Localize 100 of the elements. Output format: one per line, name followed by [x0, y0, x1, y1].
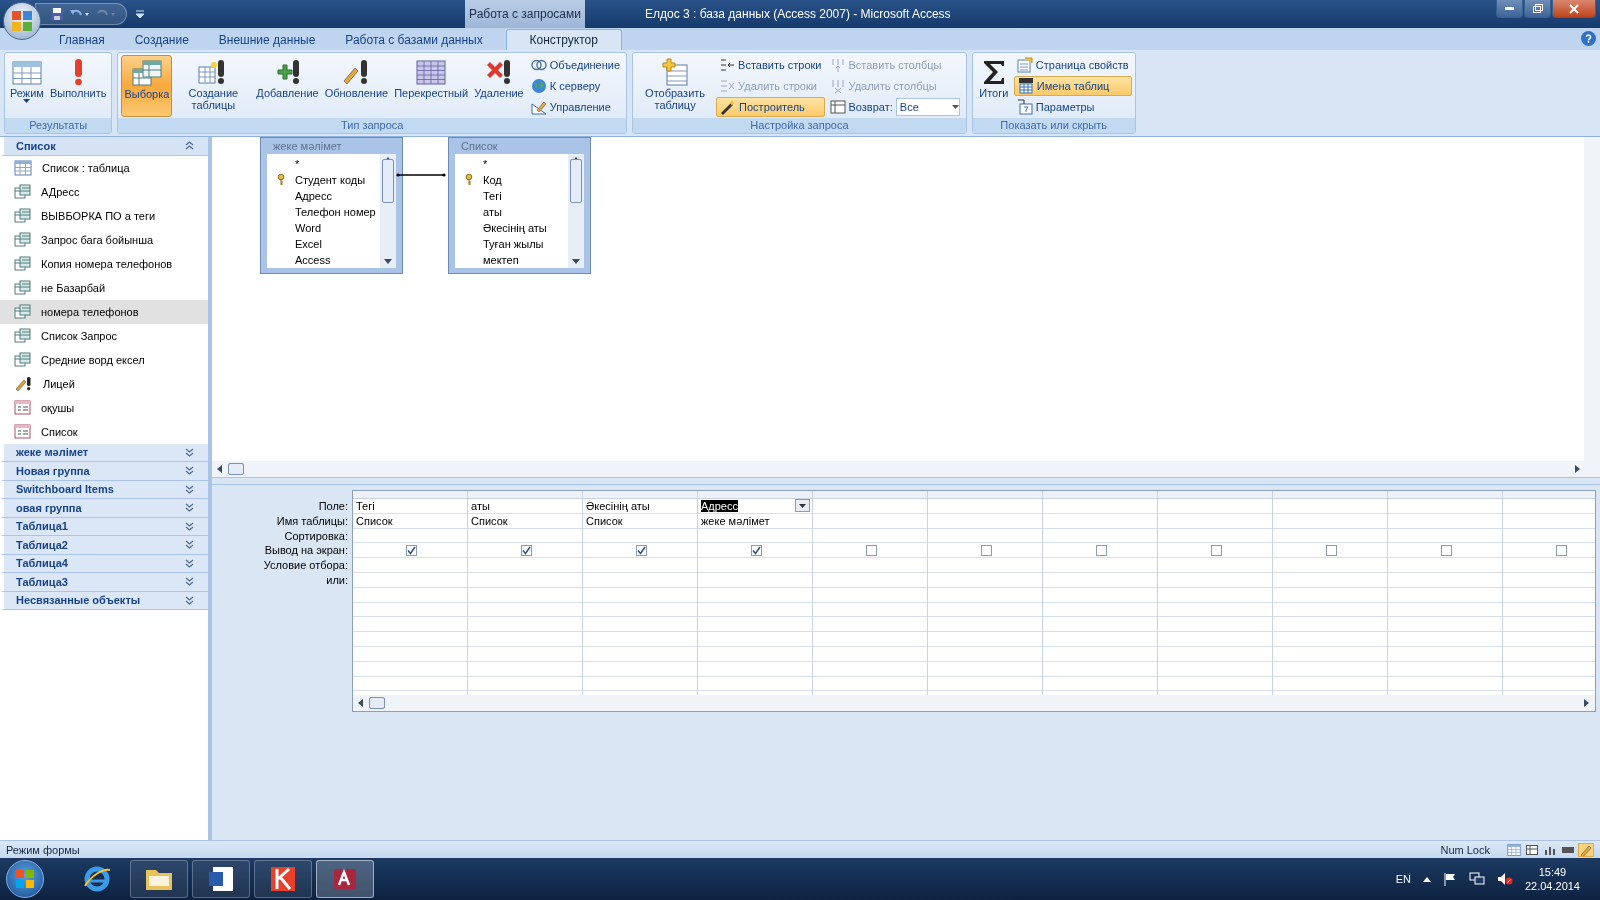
field-item[interactable]: Excel	[267, 236, 380, 252]
save-icon[interactable]	[50, 7, 64, 21]
nav-item[interactable]: Список Запрос	[0, 323, 208, 348]
ribbon-tab[interactable]: Внешние данные	[203, 29, 331, 50]
nav-group-header[interactable]: Список	[0, 137, 208, 156]
nav-item[interactable]: Средние ворд ексел	[0, 347, 208, 372]
field-item[interactable]: *	[267, 156, 380, 172]
network-icon[interactable]	[1468, 872, 1485, 886]
nav-group-header[interactable]: овая группа	[0, 499, 208, 518]
clock[interactable]: 15:49 22.04.2014	[1524, 865, 1580, 893]
field-item[interactable]: Туған жылы	[455, 236, 568, 252]
show-checkbox[interactable]	[1326, 544, 1337, 556]
dropdown-button[interactable]	[795, 499, 810, 513]
ribbon-tab[interactable]: Создание	[119, 29, 204, 50]
ribbon-button[interactable]: Режим	[8, 55, 46, 117]
ribbon-button[interactable]: Удаление	[472, 55, 526, 117]
nav-item[interactable]: ВЫВБОРКА ПО а теги	[0, 203, 208, 228]
ribbon-button[interactable]: Перекрестный	[392, 55, 471, 117]
grid-cell[interactable]: Список	[353, 513, 467, 529]
ribbon-tab[interactable]: Работа с базами данных	[330, 29, 498, 50]
design-view-icon[interactable]	[1578, 842, 1594, 857]
ribbon-tab[interactable]: Главная	[44, 29, 120, 50]
scroll-thumb[interactable]	[570, 159, 582, 203]
ribbon-button[interactable]: Имена таблиц	[1013, 76, 1132, 96]
help-icon[interactable]	[1581, 31, 1596, 46]
ribbon-button[interactable]: К серверу	[527, 76, 624, 96]
show-checkbox[interactable]	[1211, 544, 1222, 556]
scroll-left-arrow[interactable]	[357, 699, 365, 707]
ribbon-button[interactable]: Выполнить	[47, 55, 109, 117]
ribbon-button[interactable]: Построитель	[716, 97, 825, 117]
expand-icon[interactable]	[185, 484, 194, 494]
scroll-thumb[interactable]	[228, 463, 244, 475]
grid-cell[interactable]: Список	[468, 513, 582, 529]
scroll-thumb[interactable]	[382, 159, 394, 203]
scroll-right-arrow[interactable]	[1583, 699, 1591, 707]
expand-icon[interactable]	[185, 521, 194, 531]
field-item[interactable]: *	[455, 156, 568, 172]
nav-item[interactable]: Копия номера телефонов	[0, 251, 208, 276]
nav-group-header[interactable]: Таблица2	[0, 536, 208, 555]
expand-icon[interactable]	[185, 466, 194, 476]
scroll-right-arrow[interactable]	[1574, 465, 1582, 473]
nav-item[interactable]: Лицей	[0, 371, 208, 396]
field-item[interactable]: Тегі	[455, 188, 568, 204]
nav-item[interactable]: номера телефонов	[0, 299, 208, 324]
grid-cell[interactable]: Адресс	[698, 499, 812, 514]
nav-item[interactable]: АДресс	[0, 179, 208, 204]
nav-item[interactable]: оқушы	[0, 395, 208, 420]
customize-icon[interactable]	[135, 9, 145, 19]
show-checkbox[interactable]	[406, 544, 417, 556]
grid-cell[interactable]: Тегі	[353, 499, 467, 514]
show-checkbox[interactable]	[1556, 544, 1567, 556]
close-button[interactable]	[1552, 0, 1596, 18]
flag-icon[interactable]	[1442, 872, 1457, 886]
scroll-left-arrow[interactable]	[216, 465, 224, 473]
show-checkbox[interactable]	[521, 544, 532, 556]
ribbon-button[interactable]: Отобразить таблицу	[636, 55, 715, 117]
nav-group-header[interactable]: Таблица3	[0, 573, 208, 592]
ribbon-button[interactable]: Параметры	[1013, 97, 1132, 117]
show-checkbox[interactable]	[981, 544, 992, 556]
expand-icon[interactable]	[185, 558, 194, 568]
field-item[interactable]: Access	[267, 252, 380, 268]
restore-button[interactable]	[1524, 0, 1551, 18]
language-indicator[interactable]: EN	[1395, 873, 1411, 885]
scroll-thumb[interactable]	[369, 697, 385, 709]
grid-cell[interactable]: Әкесінің аты	[583, 499, 697, 514]
field-item[interactable]: Әкесінің аты	[455, 220, 568, 236]
collapse-icon[interactable]	[185, 141, 194, 151]
database-taskbar-icon[interactable]	[316, 860, 374, 898]
show-checkbox[interactable]	[636, 544, 647, 556]
speaker-muted-icon[interactable]	[1496, 872, 1513, 886]
nav-item[interactable]: Список	[0, 419, 208, 444]
expand-icon[interactable]	[185, 447, 194, 457]
ribbon-button[interactable]: Объединение	[527, 55, 624, 75]
field-item[interactable]: Word	[267, 220, 380, 236]
scroll-down-arrow[interactable]	[572, 258, 580, 266]
field-item[interactable]: мектеп	[455, 252, 568, 268]
show-checkbox[interactable]	[1441, 544, 1452, 556]
field-item[interactable]: Телефон номер	[267, 204, 380, 220]
show-checkbox[interactable]	[751, 544, 762, 556]
field-item[interactable]: аты	[455, 204, 568, 220]
show-hidden-icons[interactable]	[1422, 876, 1431, 882]
grid-cell[interactable]: жеке мәлімет	[698, 513, 812, 529]
pivot-view-icon[interactable]	[1524, 842, 1540, 857]
document-taskbar-icon[interactable]	[192, 860, 250, 898]
ribbon-button[interactable]: Вставить строки	[716, 55, 825, 75]
nav-item[interactable]: не Базарбай	[0, 275, 208, 300]
ribbon-button[interactable]: Выборка	[121, 55, 173, 117]
ribbon-button[interactable]: Добавление	[254, 55, 321, 117]
expand-icon[interactable]	[185, 540, 194, 550]
ribbon-tab[interactable]: Конструктор	[505, 29, 622, 50]
ribbon-button[interactable]: Итоги	[975, 55, 1012, 117]
nav-item[interactable]: Список : таблица	[0, 155, 208, 180]
nav-group-header[interactable]: Новая группа	[0, 462, 208, 481]
scroll-down-arrow[interactable]	[384, 258, 392, 266]
office-button[interactable]	[3, 2, 41, 40]
field-item[interactable]: Код	[455, 172, 568, 188]
nav-item[interactable]: Запрос бага бойынша	[0, 227, 208, 252]
minimize-button[interactable]	[1496, 0, 1523, 18]
expand-icon[interactable]	[185, 577, 194, 587]
grid-cell[interactable]: Список	[583, 513, 697, 529]
